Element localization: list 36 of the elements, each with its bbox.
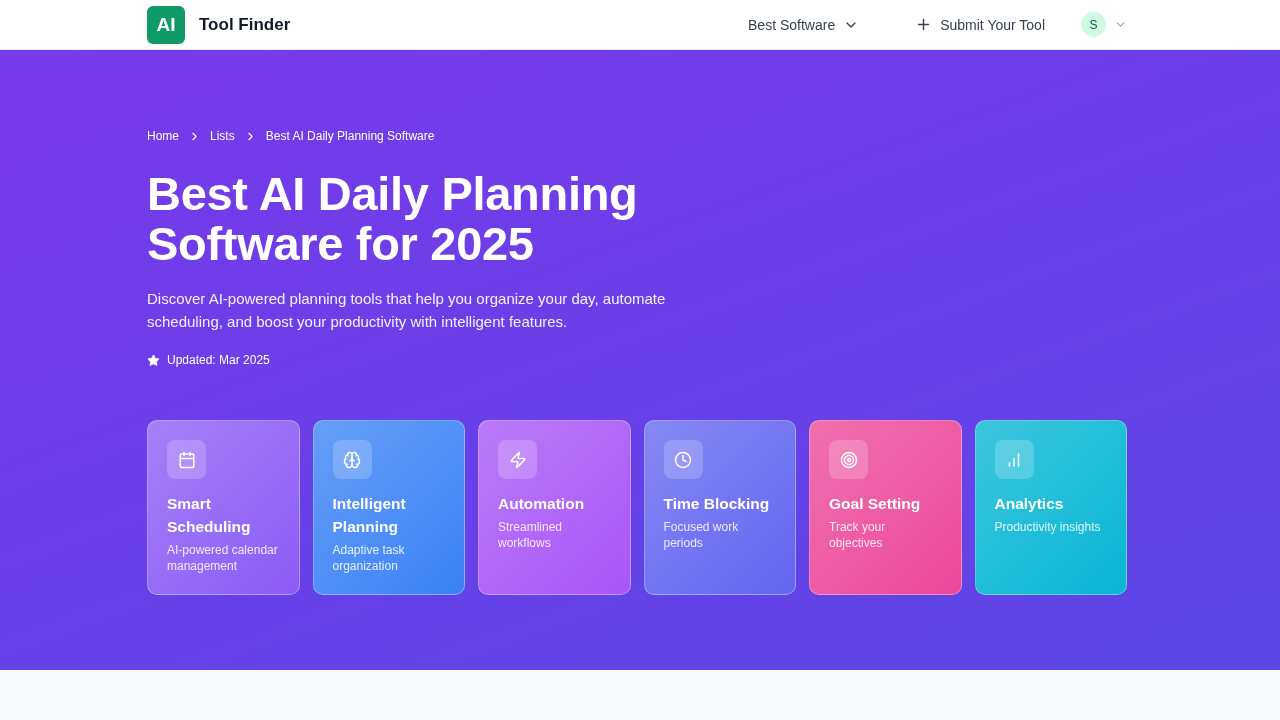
logo[interactable]: AI — [147, 5, 185, 44]
clock-icon — [663, 440, 703, 479]
page-description: Discover AI-powered planning tools that help you organize your day, automate scheduling, and boost your productivity with intelligent features. — [147, 289, 667, 332]
avatar[interactable]: S — [1081, 12, 1106, 37]
feature-title: Goal Setting — [829, 494, 922, 514]
updated-date: Updated: Mar 2025 — [167, 353, 270, 367]
calendar-icon — [167, 440, 206, 479]
star-icon — [147, 353, 160, 367]
breadcrumb-link[interactable]: Lists — [210, 129, 235, 143]
breadcrumb-current: Best AI Daily Planning Software — [265, 129, 435, 143]
feature-title: Analytics — [994, 494, 1065, 514]
target-icon — [829, 440, 868, 479]
feature-card[interactable]: Analytics Productivity insights — [974, 420, 1127, 595]
feature-card[interactable]: Time Blocking Focused work periods — [643, 420, 796, 595]
feature-title: Time Blocking — [663, 494, 771, 514]
nav-button[interactable]: Submit Your Tool — [915, 12, 1045, 37]
feature-description: Productivity insights — [994, 519, 1102, 535]
nav-dropdown[interactable]: Best Software — [748, 12, 860, 37]
feature-description: Focused work periods — [663, 519, 740, 551]
bar-chart-icon — [994, 440, 1034, 479]
page-title: Best AI Daily Planning Software for 2025 — [147, 169, 639, 269]
feature-title: Smart Scheduling — [167, 494, 252, 537]
feature-description: Track your objectives — [829, 519, 887, 551]
feature-title: Automation — [498, 494, 586, 514]
feature-description: Streamlined workflows — [498, 519, 564, 551]
feature-card[interactable]: Intelligent Planning Adaptive task organization — [312, 420, 465, 595]
feature-card[interactable]: Smart Scheduling AI-powered calendar management — [147, 420, 300, 595]
feature-description: Adaptive task organization — [332, 542, 406, 574]
feature-description: AI-powered calendar management — [167, 542, 279, 574]
brain-icon — [332, 440, 372, 479]
brand-name: Tool Finder — [199, 14, 291, 35]
feature-card[interactable]: Goal Setting Track your objectives — [809, 420, 962, 595]
feature-card[interactable]: Automation Streamlined workflows — [478, 420, 631, 595]
breadcrumb-link[interactable]: Home — [147, 129, 179, 143]
lightning-icon — [498, 440, 537, 479]
feature-title: Intelligent Planning — [332, 494, 407, 537]
